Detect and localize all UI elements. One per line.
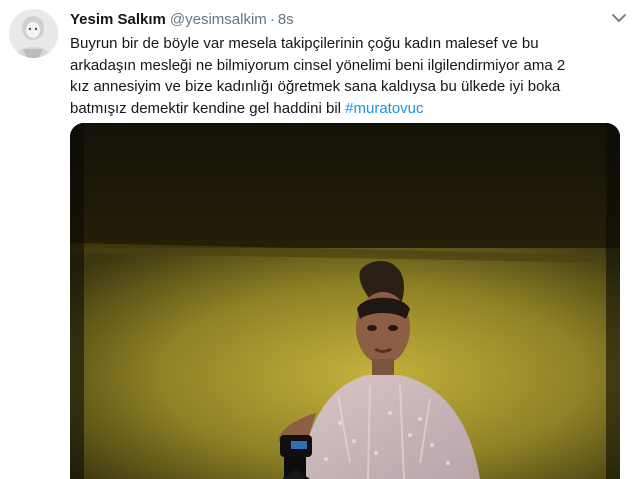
tweet-header: Yesim Salkım @yesimsalkim · 8s bbox=[70, 10, 294, 30]
hashtag-link[interactable]: #muratovuc bbox=[345, 100, 423, 117]
video-thumbnail bbox=[70, 123, 620, 479]
author-handle[interactable]: @yesimsalkim bbox=[170, 11, 267, 28]
tweet: Yesim Salkım @yesimsalkim · 8s Buyrun bir d… bbox=[0, 0, 640, 479]
author-avatar[interactable] bbox=[9, 9, 58, 58]
video-media[interactable] bbox=[70, 123, 620, 479]
tweet-text: Buyrun bir de böyle var mesela takipçile… bbox=[70, 33, 630, 119]
tweet-text-line-last: batmışız demektir kendine gel haddini bi… bbox=[70, 98, 630, 120]
separator-dot: · bbox=[269, 11, 275, 28]
tweet-text-line: arkadaşın mesleği ne bilmiyorum cinsel y… bbox=[70, 56, 566, 74]
tweet-text-end: batmışız demektir kendine gel haddini bi… bbox=[70, 99, 341, 117]
tweet-text-line: kız annesiyim ve bize kadınlığı öğretmek… bbox=[70, 78, 561, 95]
tweet-timestamp[interactable]: 8s bbox=[278, 11, 294, 28]
author-name[interactable]: Yesim Salkım bbox=[70, 11, 166, 28]
chevron-down-icon[interactable] bbox=[611, 12, 627, 24]
tweet-text-line: Buyrun bir de böyle var mesela takipçile… bbox=[70, 35, 539, 52]
avatar-image bbox=[9, 9, 58, 58]
